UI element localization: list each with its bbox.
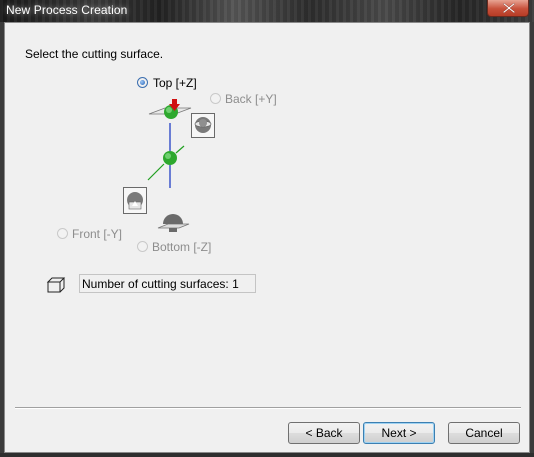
back-button[interactable]: < Back bbox=[288, 422, 360, 444]
cutting-surface-count-field: Number of cutting surfaces: 1 bbox=[79, 274, 256, 293]
top-plane-icon bbox=[148, 105, 192, 119]
dialog-body: Select the cutting surface. Top [+Z] Bac… bbox=[4, 22, 530, 453]
radio-top-button[interactable] bbox=[137, 77, 148, 88]
box-icon bbox=[46, 277, 66, 293]
y-axis-front bbox=[147, 163, 165, 181]
radio-bottom-label: Bottom [-Z] bbox=[152, 240, 212, 254]
radio-top-label: Top [+Z] bbox=[153, 76, 197, 90]
radio-front-button[interactable] bbox=[57, 228, 68, 239]
back-view-icon bbox=[191, 113, 215, 138]
cancel-button[interactable]: Cancel bbox=[448, 422, 520, 444]
window-frame-bottom bbox=[0, 453, 534, 457]
radio-bottom-button[interactable] bbox=[137, 241, 148, 252]
separator bbox=[15, 407, 521, 409]
instruction-text: Select the cutting surface. bbox=[25, 47, 164, 61]
radio-back-label: Back [+Y] bbox=[225, 92, 277, 106]
dialog-window: New Process Creation Select the cutting … bbox=[0, 0, 534, 457]
sphere-icon bbox=[163, 151, 177, 165]
front-view-icon bbox=[123, 187, 147, 214]
close-icon bbox=[503, 3, 515, 13]
y-axis-back bbox=[175, 145, 185, 154]
close-button[interactable] bbox=[487, 0, 529, 17]
title-bar[interactable]: New Process Creation bbox=[0, 0, 534, 22]
window-title: New Process Creation bbox=[6, 3, 128, 17]
bottom-plane-icon bbox=[157, 214, 190, 232]
next-button[interactable]: Next > bbox=[363, 422, 435, 444]
cutting-surface-count-text: Number of cutting surfaces: 1 bbox=[82, 277, 239, 291]
